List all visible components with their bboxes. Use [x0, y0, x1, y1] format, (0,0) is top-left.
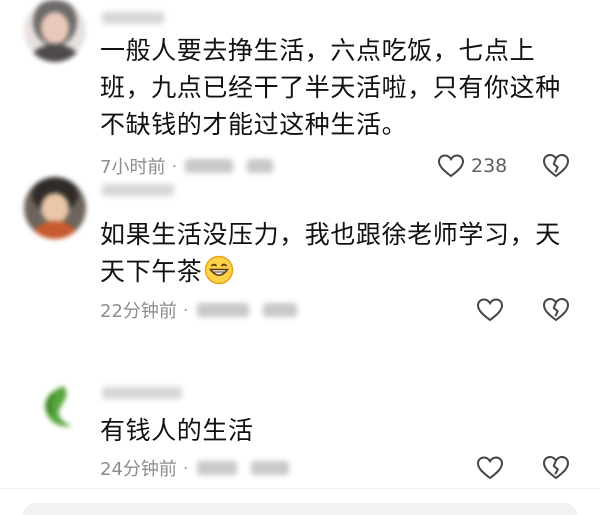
like-button[interactable] — [476, 453, 504, 483]
location-blurred — [196, 461, 237, 475]
avatar[interactable] — [24, 376, 86, 438]
timestamp: 24分钟前 — [100, 459, 177, 480]
comment-meta: 24分钟前 · — [100, 453, 303, 483]
reply-blurred[interactable] — [250, 461, 289, 475]
comment-input-bar[interactable] — [22, 503, 578, 515]
heart-outline-icon — [476, 456, 504, 480]
comment-text-line: 有钱人的生活 — [100, 416, 254, 445]
divider — [0, 488, 600, 489]
broken-heart-icon — [542, 455, 570, 480]
comment-list: 一般人要去挣生活，六点吃饭，七点上 班，九点已经干了半天活啦，只有你这种 不缺钱… — [0, 0, 600, 515]
dislike-button[interactable] — [541, 453, 571, 483]
comment-text: 有钱人的生活 — [100, 412, 570, 449]
separator-dot: · — [182, 457, 189, 479]
comment-item: 有钱人的生活 24分钟前 · — [0, 0, 600, 488]
username-blurred[interactable] — [102, 387, 182, 399]
